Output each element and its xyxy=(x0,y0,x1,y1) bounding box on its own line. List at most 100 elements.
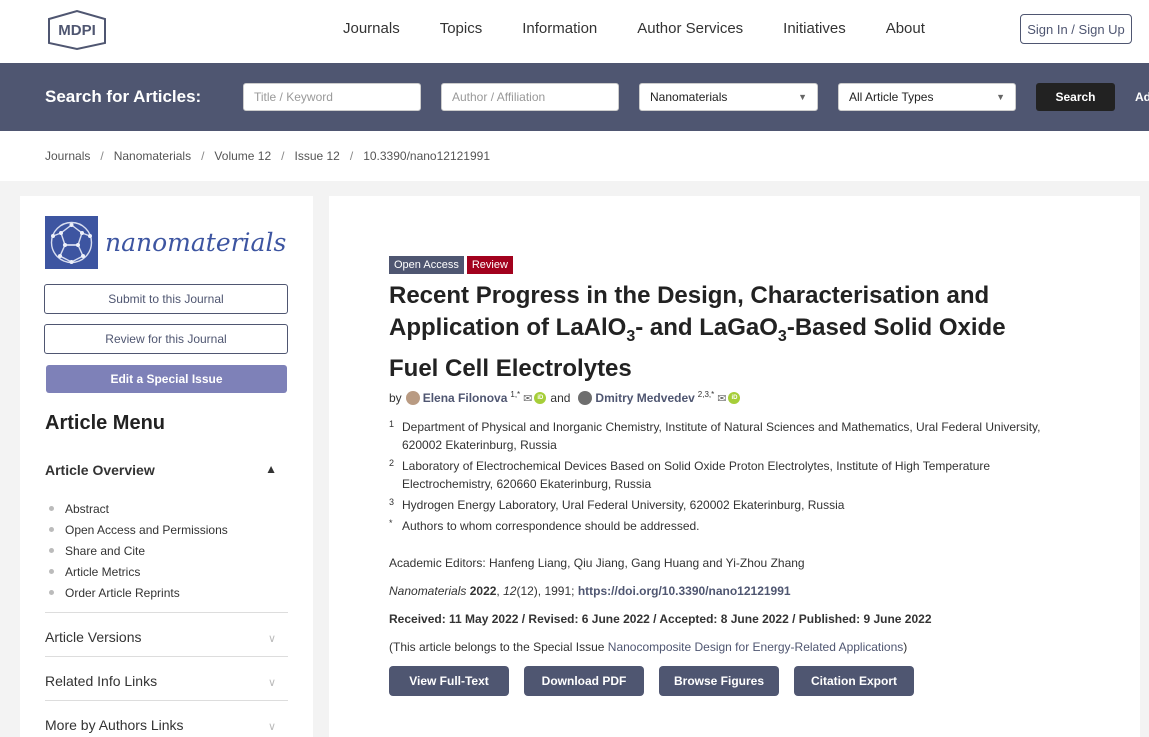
academic-editors: Academic Editors: Hanfeng Liang, Qiu Jia… xyxy=(389,556,805,570)
advanced-search-link[interactable]: Advanced xyxy=(1135,90,1149,104)
mdpi-logo[interactable]: MDPI xyxy=(45,9,109,51)
journal-logo[interactable]: nanomaterials xyxy=(45,216,286,269)
view-full-text-button[interactable]: View Full-Text xyxy=(389,666,509,696)
related-info-label: Related Info Links xyxy=(45,673,158,689)
bullet-icon xyxy=(49,569,54,574)
title-line-3: Fuel Cell Electrolytes xyxy=(389,354,632,382)
title-line-1: Recent Progress in the Design, Character… xyxy=(389,282,990,309)
orcid-icon[interactable]: iD xyxy=(728,392,741,404)
citation-volume: 12 xyxy=(503,584,517,598)
menu-item-abstract[interactable]: Abstract xyxy=(49,498,228,519)
nav-author-services[interactable]: Author Services xyxy=(637,20,743,37)
article-badges: Open Access Review xyxy=(389,256,516,274)
more-by-authors-label: More by Authors Links xyxy=(45,717,184,733)
related-info-toggle[interactable]: Related Info Links ∨ xyxy=(45,656,288,689)
author-link-medvedev[interactable]: Dmitry Medvedev xyxy=(595,391,694,405)
article-title: Recent Progress in the Design, Character… xyxy=(389,280,1089,385)
menu-item-metrics[interactable]: Article Metrics xyxy=(49,561,228,582)
sign-in-button[interactable]: Sign In / Sign Up xyxy=(1020,14,1132,44)
affiliation-text: Authors to whom correspondence should be… xyxy=(402,519,700,533)
breadcrumb-doi: 10.3390/nano12121991 xyxy=(363,149,490,163)
journal-select[interactable]: Nanomaterials ▼ xyxy=(639,83,818,111)
open-access-badge: Open Access xyxy=(389,256,464,274)
citation-year: 2022 xyxy=(469,584,497,598)
review-for-journal-button[interactable]: Review for this Journal xyxy=(44,324,288,354)
special-issue-link[interactable]: Nanocomposite Design for Energy-Related … xyxy=(608,640,904,654)
edit-special-issue-button[interactable]: Edit a Special Issue xyxy=(46,365,287,393)
title-keyword-input[interactable]: Title / Keyword xyxy=(243,83,421,111)
journal-select-value: Nanomaterials xyxy=(650,90,728,104)
article-main: Open Access Review Recent Progress in th… xyxy=(329,196,1140,737)
review-badge: Review xyxy=(466,256,513,274)
affiliation-number: 2 xyxy=(389,458,395,468)
title-part: Application of LaAlO xyxy=(389,314,627,341)
mail-icon[interactable]: ✉ xyxy=(717,392,726,405)
and-label: and xyxy=(550,391,571,405)
article-type-select[interactable]: All Article Types ▼ xyxy=(838,83,1016,111)
special-issue-line: (This article belongs to the Special Iss… xyxy=(389,640,907,654)
mdpi-logo-text: MDPI xyxy=(58,22,96,39)
chevron-down-icon: ▼ xyxy=(798,92,807,102)
author-link-filonova[interactable]: Elena Filonova xyxy=(423,391,508,405)
nav-initiatives[interactable]: Initiatives xyxy=(783,20,846,37)
article-menu-title: Article Menu xyxy=(45,412,166,434)
bullet-icon xyxy=(49,590,54,595)
chevron-up-icon: ▲ xyxy=(265,462,277,476)
affiliation-text: Department of Physical and Inorganic Che… xyxy=(402,420,1041,452)
bullet-icon xyxy=(49,548,54,553)
breadcrumb-journals[interactable]: Journals xyxy=(45,149,90,181)
author-affil-sup: 2,3,* xyxy=(697,389,715,399)
search-label: Search for Articles: xyxy=(45,87,202,106)
breadcrumb-nanomaterials[interactable]: Nanomaterials xyxy=(114,149,191,181)
mail-icon[interactable]: ✉ xyxy=(523,392,532,405)
menu-item-label: Open Access and Permissions xyxy=(65,522,228,537)
affiliation-text: Hydrogen Energy Laboratory, Ural Federal… xyxy=(402,498,845,512)
nav-information[interactable]: Information xyxy=(522,20,597,37)
breadcrumb: Journals / Nanomaterials / Volume 12 / I… xyxy=(0,131,1149,181)
menu-item-label: Abstract xyxy=(65,501,110,516)
menu-item-open-access[interactable]: Open Access and Permissions xyxy=(49,519,228,540)
breadcrumb-separator: / xyxy=(100,149,104,163)
citation-issue: (12), 1991; xyxy=(516,584,578,598)
title-part: -Based Solid Oxide xyxy=(786,314,1006,341)
main-nav: Journals Topics Information Author Servi… xyxy=(343,20,965,37)
affiliation-3: 3 Hydrogen Energy Laboratory, Ural Feder… xyxy=(389,496,1052,514)
affiliation-1: 1 Department of Physical and Inorganic C… xyxy=(389,418,1052,454)
browse-figures-button[interactable]: Browse Figures xyxy=(659,666,779,696)
breadcrumb-volume[interactable]: Volume 12 xyxy=(214,149,271,181)
article-dates: Received: 11 May 2022 / Revised: 6 June … xyxy=(389,612,932,626)
journal-name: nanomaterials xyxy=(105,228,287,257)
search-button[interactable]: Search xyxy=(1036,83,1115,111)
more-by-authors-toggle[interactable]: More by Authors Links ∨ xyxy=(45,700,288,733)
citation-line: Nanomaterials 2022, 12(12), 1991; https:… xyxy=(389,584,791,598)
breadcrumb-issue[interactable]: Issue 12 xyxy=(294,149,339,181)
menu-item-label: Article Metrics xyxy=(65,564,141,579)
breadcrumb-separator: / xyxy=(349,149,354,163)
top-nav: MDPI Journals Topics Information Author … xyxy=(0,0,1149,63)
bullet-icon xyxy=(49,527,54,532)
menu-item-label: Order Article Reprints xyxy=(65,585,180,600)
chevron-down-icon: ▼ xyxy=(996,92,1005,102)
article-versions-toggle[interactable]: Article Versions ∨ xyxy=(45,612,288,645)
menu-item-reprints[interactable]: Order Article Reprints xyxy=(49,582,228,603)
search-bar: Search for Articles: Title / Keyword Aut… xyxy=(0,63,1149,131)
article-actions: View Full-Text Download PDF Browse Figur… xyxy=(389,666,929,696)
article-versions-label: Article Versions xyxy=(45,629,142,645)
nav-topics[interactable]: Topics xyxy=(440,20,483,37)
menu-item-share-cite[interactable]: Share and Cite xyxy=(49,540,228,561)
article-type-select-value: All Article Types xyxy=(849,90,934,104)
citation-export-button[interactable]: Citation Export xyxy=(794,666,914,696)
doi-link[interactable]: https://doi.org/10.3390/nano12121991 xyxy=(578,584,791,598)
orcid-icon[interactable]: iD xyxy=(534,392,547,404)
nav-journals[interactable]: Journals xyxy=(343,20,400,37)
download-pdf-button[interactable]: Download PDF xyxy=(524,666,644,696)
title-subscript: 3 xyxy=(777,327,787,345)
submit-to-journal-button[interactable]: Submit to this Journal xyxy=(44,284,288,314)
special-issue-prefix: (This article belongs to the Special Iss… xyxy=(389,640,608,654)
nav-about[interactable]: About xyxy=(886,20,925,37)
avatar xyxy=(405,391,420,405)
authors-line: by Elena Filonova 1,* ✉ iD and Dmitry Me… xyxy=(389,389,741,405)
article-overview-toggle[interactable]: Article Overview ▲ xyxy=(45,462,277,478)
author-affiliation-input[interactable]: Author / Affiliation xyxy=(441,83,619,111)
chevron-down-icon: ∨ xyxy=(267,633,276,645)
